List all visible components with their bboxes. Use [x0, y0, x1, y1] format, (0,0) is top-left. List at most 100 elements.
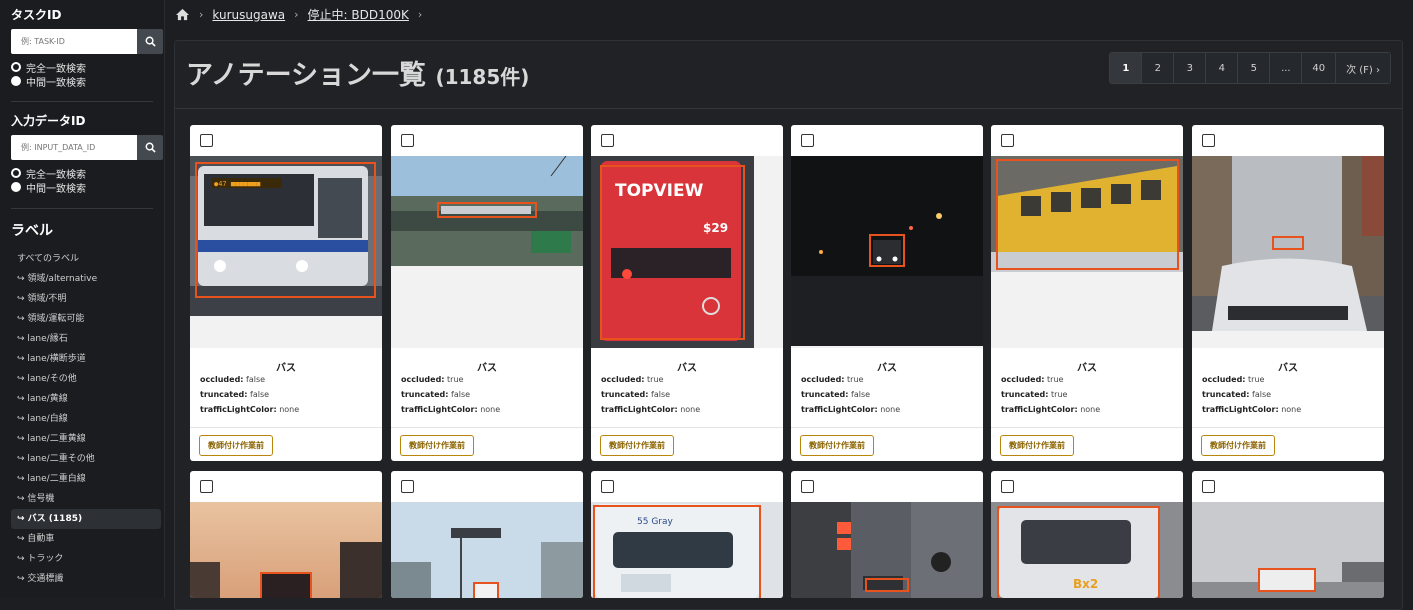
annotation-image[interactable]: TOPVIEW $29 — [591, 156, 783, 348]
label-item[interactable]: ↪ lane/その他 — [11, 369, 161, 389]
task-id-input[interactable] — [11, 29, 137, 54]
annotation-card[interactable]: 55 Gray — [591, 471, 783, 598]
label-item[interactable]: ↪ トラック — [11, 549, 161, 569]
annotation-image[interactable] — [391, 156, 583, 348]
label-item[interactable]: ↪ lane/二重黄線 — [11, 429, 161, 449]
search-icon — [145, 142, 156, 153]
home-icon[interactable] — [175, 8, 190, 21]
attr-traffic-light-color: trafficLightColor: none — [801, 405, 900, 414]
card-checkbox[interactable] — [1202, 134, 1215, 147]
label-item[interactable]: ↪ 領域/alternative — [11, 269, 161, 289]
annotation-image[interactable] — [391, 502, 583, 598]
bounding-box — [865, 578, 909, 592]
task-id-search-button[interactable] — [137, 29, 163, 54]
annotation-card[interactable]: ●47 ■■■■■■■ バス occluded: false truncated… — [190, 125, 382, 461]
input-id-partial-radio[interactable]: 中間一致検索 — [11, 180, 163, 195]
attr-value: none — [480, 405, 501, 414]
radio-label: 完全一致検索 — [26, 169, 86, 181]
annotation-image[interactable] — [190, 502, 382, 598]
annotation-card[interactable]: バス occluded: true truncated: false traff… — [1192, 125, 1384, 461]
card-checkbox[interactable] — [200, 480, 213, 493]
annotation-card[interactable] — [190, 471, 382, 598]
annotation-card[interactable]: バス occluded: true truncated: true traffi… — [991, 125, 1183, 461]
radio-unchecked-icon — [11, 76, 21, 86]
annotation-card[interactable]: Bx2 — [991, 471, 1183, 598]
label-item-bus-selected[interactable]: ↪ バス (1185) — [11, 509, 161, 529]
annotation-card[interactable] — [1192, 471, 1384, 598]
annotation-image[interactable]: Bx2 — [991, 502, 1183, 598]
annotation-card[interactable] — [791, 471, 983, 598]
annotation-image[interactable]: 55 Gray — [591, 502, 783, 598]
page-button-2[interactable]: 2 — [1142, 53, 1175, 83]
attr-occluded: occluded: false — [200, 375, 265, 384]
card-checkbox[interactable] — [601, 134, 614, 147]
page-button-3[interactable]: 3 — [1174, 53, 1207, 83]
card-checkbox[interactable] — [801, 480, 814, 493]
label-item[interactable]: ↪ 信号機 — [11, 489, 161, 509]
label-item[interactable]: ↪ lane/横断歩道 — [11, 349, 161, 369]
task-id-exact-radio[interactable]: 完全一致検索 — [11, 60, 163, 75]
label-item[interactable]: ↪ lane/縁石 — [11, 329, 161, 349]
input-id-search-button[interactable] — [137, 135, 163, 160]
annotation-image[interactable]: ●47 ■■■■■■■ — [190, 156, 382, 348]
card-checkbox[interactable] — [1001, 134, 1014, 147]
attr-traffic-light-color: trafficLightColor: none — [601, 405, 700, 414]
attr-occluded: occluded: true — [401, 375, 463, 384]
page-button-4[interactable]: 4 — [1206, 53, 1239, 83]
attr-value: none — [1080, 405, 1101, 414]
breadcrumb-user-link[interactable]: kurusugawa — [212, 8, 285, 22]
label-item[interactable]: ↪ lane/黄線 — [11, 389, 161, 409]
annotation-image[interactable] — [791, 502, 983, 598]
label-filter: ラベル すべてのラベル ↪ 領域/alternative ↪ 領域/不明 ↪ 領… — [11, 220, 161, 589]
task-id-title: タスクID — [11, 8, 62, 22]
annotation-card[interactable]: バス occluded: true truncated: false traff… — [791, 125, 983, 461]
input-id-input[interactable] — [11, 135, 137, 160]
card-checkbox[interactable] — [401, 134, 414, 147]
annotation-image[interactable] — [991, 156, 1183, 348]
breadcrumb-project-link[interactable]: 停止中: BDD100K — [308, 6, 409, 23]
input-id-exact-radio[interactable]: 完全一致検索 — [11, 166, 163, 181]
status-button[interactable]: 教師付け作業前 — [800, 435, 874, 456]
attr-value: false — [651, 390, 671, 399]
card-checkbox[interactable] — [601, 480, 614, 493]
label-item-all[interactable]: すべてのラベル — [11, 249, 161, 269]
card-divider — [591, 427, 783, 428]
page-button-1[interactable]: 1 — [1110, 53, 1143, 83]
annotation-image[interactable] — [1192, 156, 1384, 348]
card-checkbox[interactable] — [1001, 480, 1014, 493]
card-checkbox[interactable] — [401, 480, 414, 493]
bounding-box — [593, 505, 761, 598]
input-id-filter: 入力データID 完全一致検索 中間一致検索 — [0, 112, 174, 195]
annotation-card[interactable]: TOPVIEW $29 バス occluded: true truncated:… — [591, 125, 783, 461]
card-checkbox[interactable] — [801, 134, 814, 147]
status-button[interactable]: 教師付け作業前 — [1201, 435, 1275, 456]
next-page-button[interactable]: 次 (F) › — [1336, 53, 1390, 83]
attr-value: true — [1047, 375, 1064, 384]
label-item[interactable]: ↪ 領域/運転可能 — [11, 309, 161, 329]
attr-truncated: truncated: false — [601, 390, 670, 399]
status-button[interactable]: 教師付け作業前 — [1000, 435, 1074, 456]
annotation-card[interactable] — [391, 471, 583, 598]
annotation-image[interactable] — [791, 156, 983, 348]
status-button[interactable]: 教師付け作業前 — [400, 435, 474, 456]
annotation-image[interactable] — [1192, 502, 1384, 598]
label-item[interactable]: ↪ 自動車 — [11, 529, 161, 549]
annotation-card[interactable]: バス occluded: true truncated: false traff… — [391, 125, 583, 461]
card-checkbox[interactable] — [200, 134, 213, 147]
attr-traffic-light-color: trafficLightColor: none — [401, 405, 500, 414]
attr-value: true — [847, 375, 864, 384]
attr-key: trafficLightColor: — [401, 405, 478, 414]
attr-value: false — [250, 390, 270, 399]
label-item[interactable]: ↪ 交通標識 — [11, 569, 161, 589]
label-item[interactable]: ↪ 領域/不明 — [11, 289, 161, 309]
page-button-5[interactable]: 5 — [1238, 53, 1271, 83]
label-item[interactable]: ↪ lane/白線 — [11, 409, 161, 429]
label-item[interactable]: ↪ lane/二重その他 — [11, 449, 161, 469]
bounding-box — [195, 162, 376, 298]
status-button[interactable]: 教師付け作業前 — [199, 435, 273, 456]
page-button-40[interactable]: 40 — [1302, 53, 1337, 83]
task-id-partial-radio[interactable]: 中間一致検索 — [11, 74, 163, 89]
card-checkbox[interactable] — [1202, 480, 1215, 493]
status-button[interactable]: 教師付け作業前 — [600, 435, 674, 456]
label-item[interactable]: ↪ lane/二重白線 — [11, 469, 161, 489]
